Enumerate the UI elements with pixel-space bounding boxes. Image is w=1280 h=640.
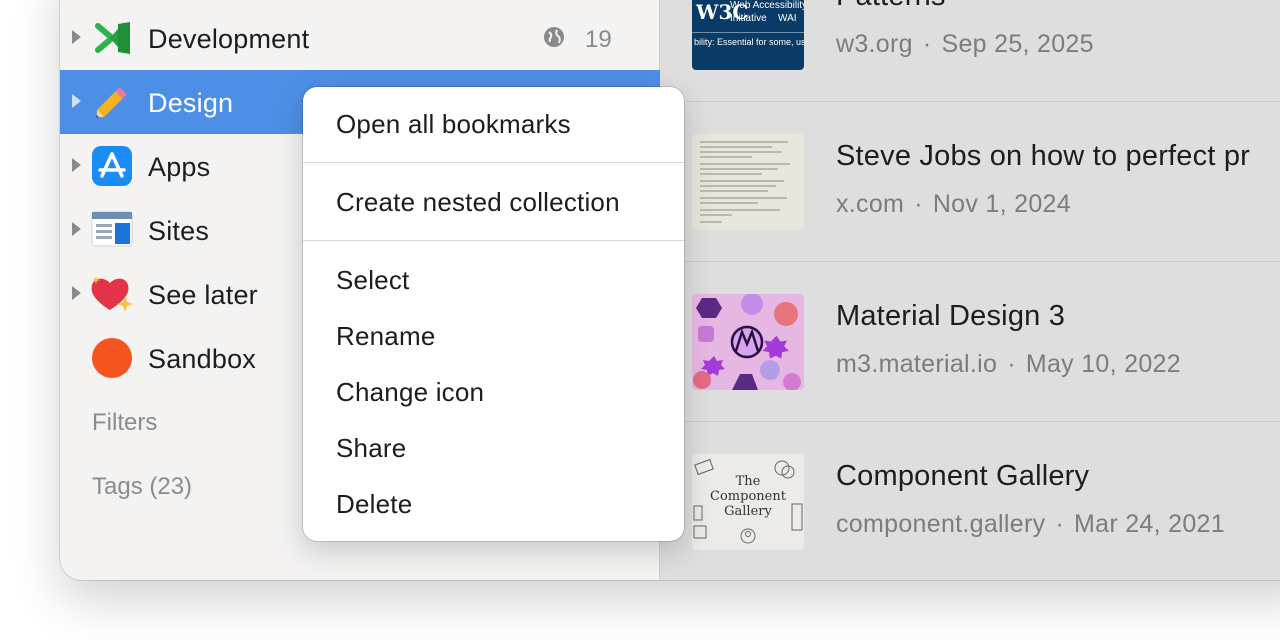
bookmark-date: Mar 24, 2021 <box>1074 510 1225 538</box>
thumb-text: Gallery <box>724 504 772 519</box>
bookmark-item[interactable]: Material Design 3 m3.material.io · May 10,… <box>660 262 1280 422</box>
material-design-thumbnail <box>693 294 801 390</box>
bookmark-meta: x.com · Nov 1, 2024 <box>836 190 1071 218</box>
collection-count: 19 <box>585 26 612 53</box>
menu-item-change-icon[interactable]: Change icon <box>336 377 484 408</box>
menu-item-open-all-bookmarks[interactable]: Open all bookmarks <box>336 109 571 140</box>
bookmark-domain: w3.org <box>836 30 913 58</box>
bookmark-title[interactable]: Component Gallery <box>836 460 1089 493</box>
pencil-icon <box>96 87 127 118</box>
menu-item-delete[interactable]: Delete <box>336 489 412 520</box>
sidebar-item-label: Sites <box>148 216 210 246</box>
bookmark-meta: w3.org · Sep 25, 2025 <box>836 30 1094 58</box>
thumb-text: Component <box>710 489 786 504</box>
menu-item-select[interactable]: Select <box>336 265 409 296</box>
sidebar-item-label: Development <box>148 24 310 54</box>
bookmark-meta: m3.material.io · May 10, 2022 <box>836 350 1181 378</box>
bookmark-domain: component.gallery <box>836 510 1046 538</box>
orange-circle-icon <box>92 338 132 378</box>
app-store-icon <box>92 146 132 186</box>
menu-item-rename[interactable]: Rename <box>336 321 435 352</box>
filters-section[interactable]: Filters <box>92 409 157 437</box>
menu-item-share[interactable]: Share <box>336 433 406 464</box>
bookmark-date: Sep 25, 2025 <box>941 30 1094 58</box>
sidebar-item-development[interactable]: Development 19 <box>60 6 660 70</box>
bookmark-thumbnail <box>692 294 804 390</box>
thumb-text: WAI <box>778 13 797 24</box>
disclosure-arrow-icon[interactable] <box>72 158 81 172</box>
disclosure-arrow-icon[interactable] <box>72 222 81 236</box>
thumb-text: Web Accessibility <box>730 0 804 11</box>
thumb-text: bility: Essential for some, useful <box>694 37 804 47</box>
thumb-text: The <box>735 474 761 489</box>
sidebar-item-label: Sandbox <box>148 344 256 374</box>
sidebar-item-label: Apps <box>148 152 211 182</box>
bookmark-title[interactable]: Patterns <box>836 0 946 13</box>
bookmark-title[interactable]: Material Design 3 <box>836 300 1065 333</box>
bookmark-item[interactable]: Steve Jobs on how to perfect pr x.com · No… <box>660 102 1280 262</box>
thumb-text: Initiative <box>730 13 767 24</box>
menu-separator <box>303 240 684 241</box>
bookmark-item[interactable]: W3C Web Accessibility Initiative WAI bil… <box>660 0 1280 102</box>
sidebar-item-label: Design <box>148 88 234 118</box>
disclosure-arrow-icon[interactable] <box>72 30 81 44</box>
bookmark-meta: component.gallery · Mar 24, 2021 <box>836 510 1225 538</box>
bookmark-thumbnail: The Component Gallery <box>692 454 804 550</box>
globe-icon <box>544 27 564 47</box>
bookmark-domain: m3.material.io <box>836 350 998 378</box>
sidebar-item-label: See later <box>148 280 258 310</box>
bookmark-thumbnail <box>692 134 804 230</box>
bookmark-date: Nov 1, 2024 <box>932 190 1071 218</box>
bookmark-title[interactable]: Steve Jobs on how to perfect pr <box>836 140 1250 173</box>
text-document-thumbnail <box>700 141 790 223</box>
sparkling-heart-icon <box>91 276 133 312</box>
menu-item-create-nested-collection[interactable]: Create nested collection <box>336 187 620 218</box>
tags-section[interactable]: Tags (23) <box>92 473 192 501</box>
browser-window-icon <box>91 211 133 247</box>
menu-separator <box>303 162 684 163</box>
disclosure-arrow-icon[interactable] <box>72 286 81 300</box>
vscode-icon <box>95 22 130 54</box>
disclosure-arrow-icon[interactable] <box>72 94 81 108</box>
bookmark-date: May 10, 2022 <box>1025 350 1181 378</box>
bookmark-item[interactable]: The Component Gallery Component Gallery … <box>660 422 1280 580</box>
bookmark-domain: x.com <box>836 190 905 218</box>
context-menu: Open all bookmarks Create nested collect… <box>303 87 684 541</box>
bookmark-thumbnail: W3C Web Accessibility Initiative WAI bil… <box>692 0 804 70</box>
bookmark-list: W3C Web Accessibility Initiative WAI bil… <box>660 0 1280 580</box>
